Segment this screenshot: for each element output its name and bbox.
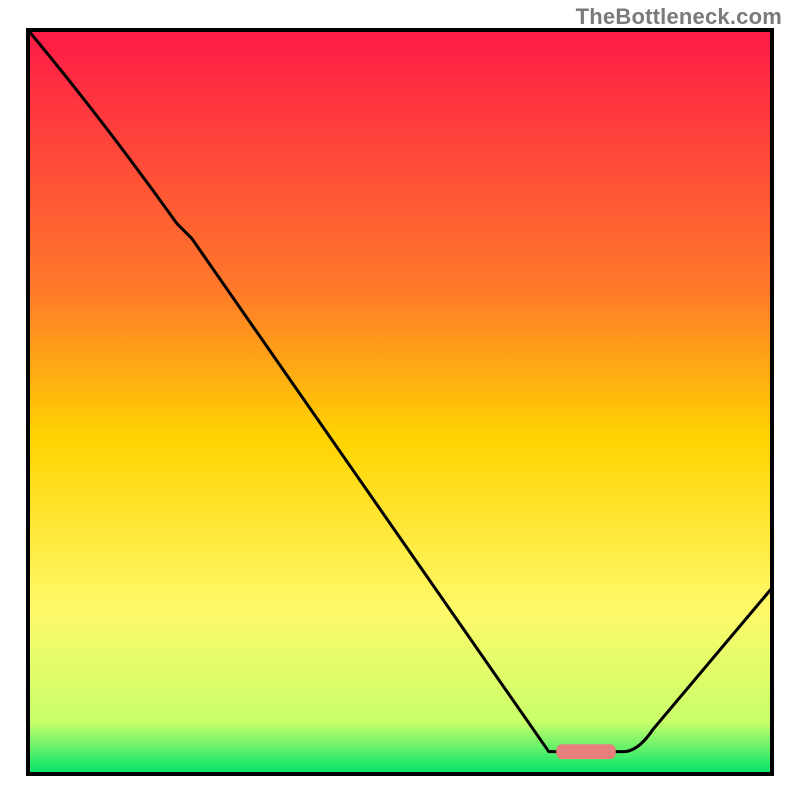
plot-background (28, 30, 772, 774)
chart-container: { "attribution": "TheBottleneck.com", "c… (0, 0, 800, 800)
bottleneck-chart (0, 0, 800, 800)
optimal-marker (556, 744, 616, 759)
attribution-text: TheBottleneck.com (576, 4, 782, 30)
